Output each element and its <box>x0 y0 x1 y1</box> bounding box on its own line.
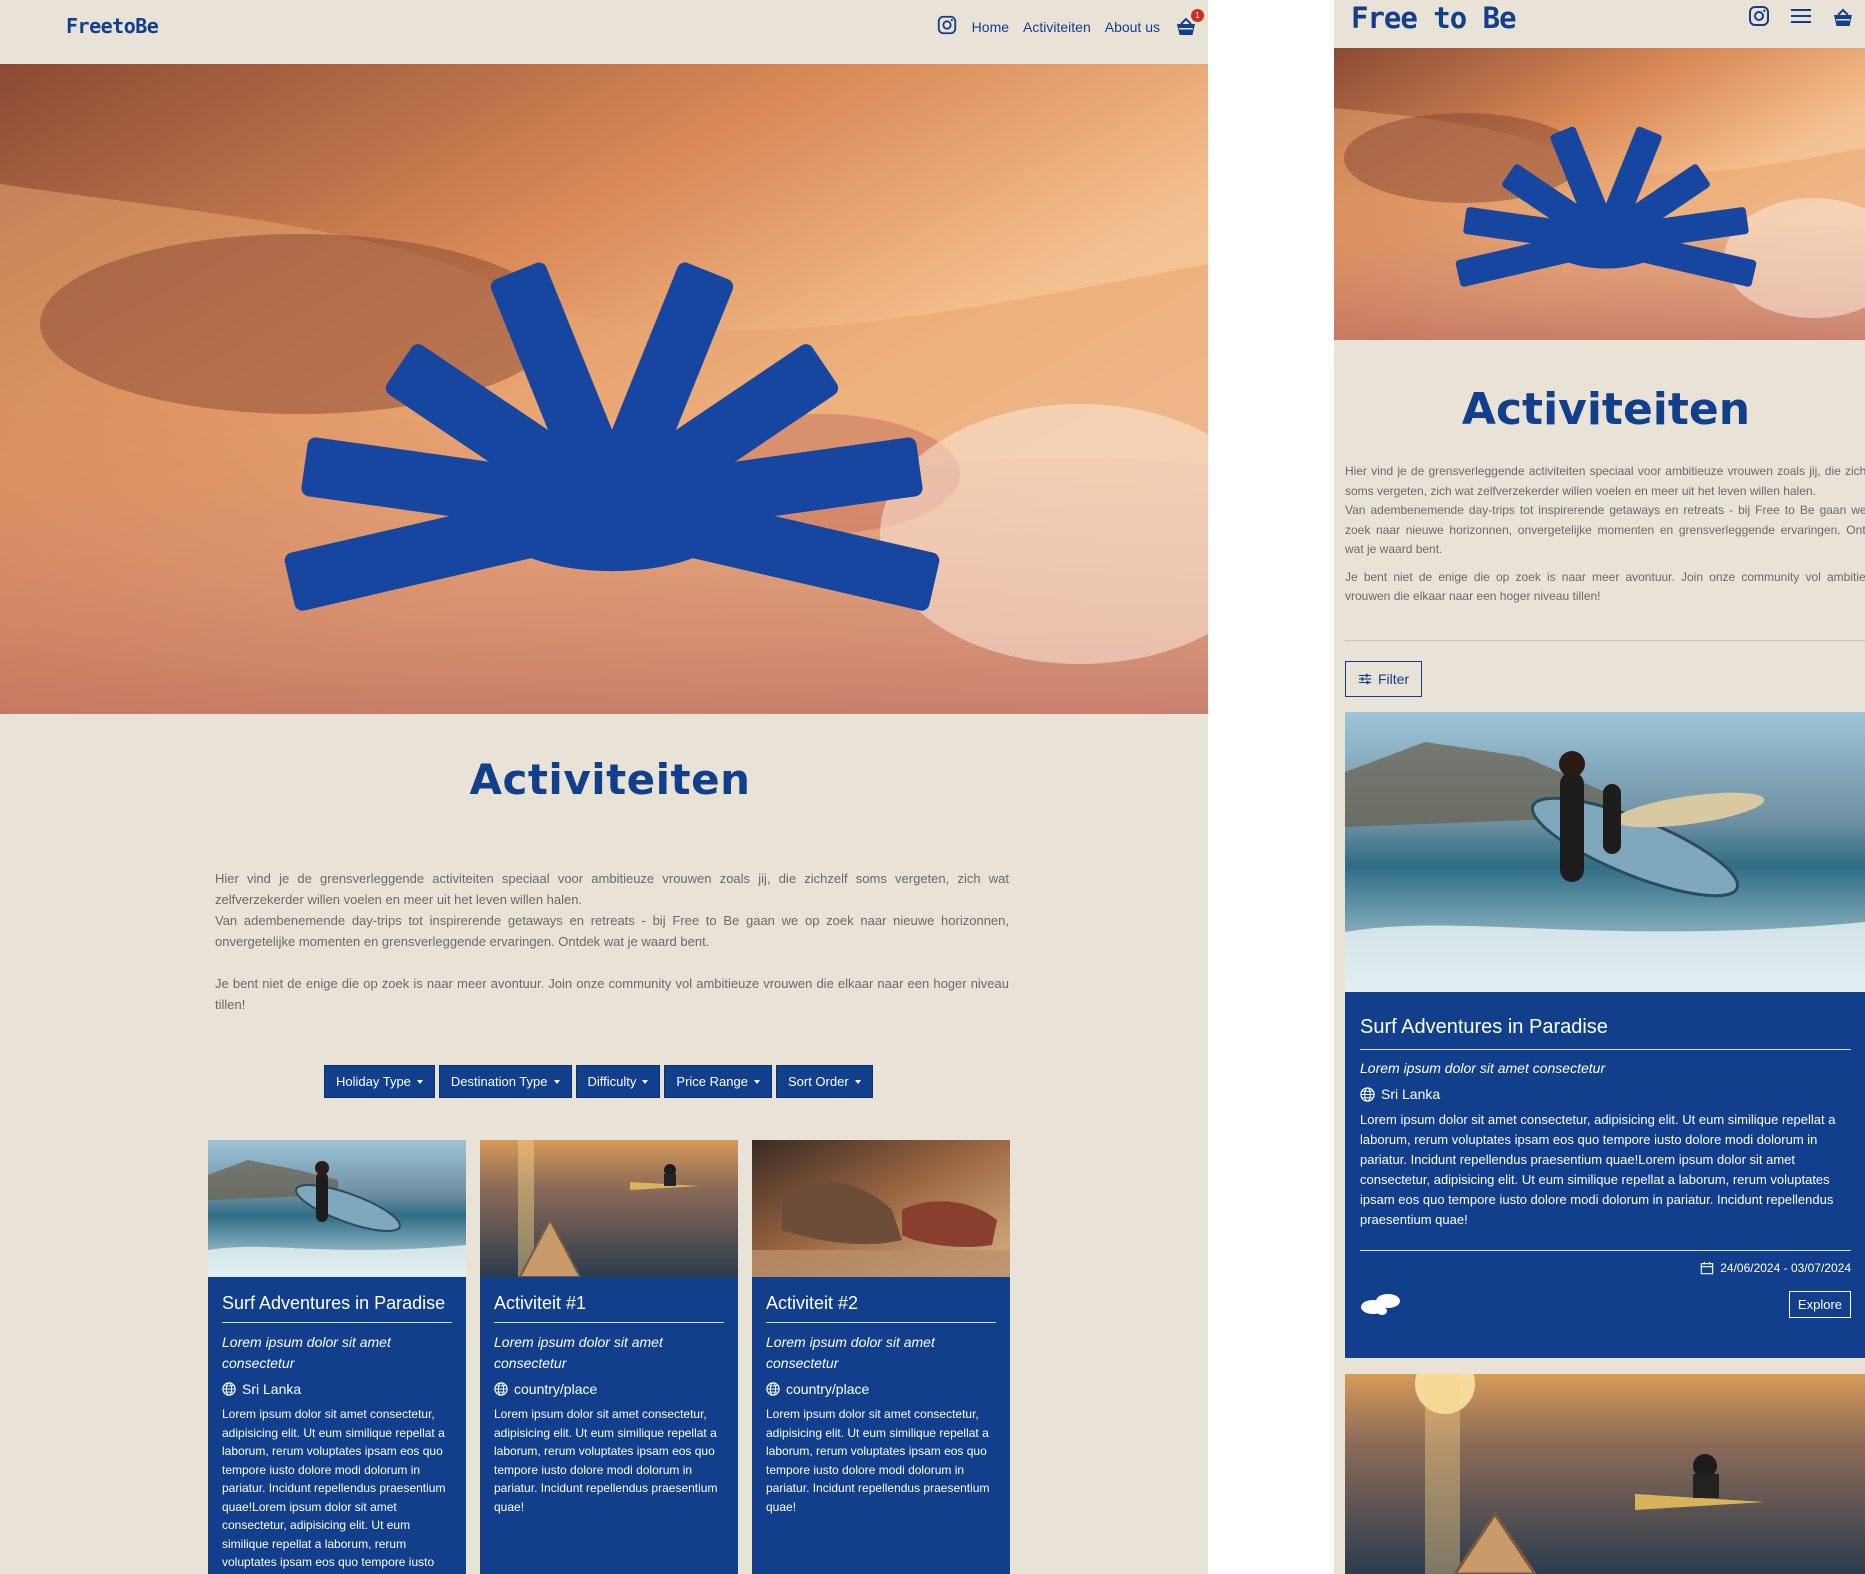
intro-text: Hier vind je de grensverleggende activit… <box>1345 462 1865 607</box>
card-description: Lorem ipsum dolor sit amet consectetur, … <box>766 1407 990 1514</box>
card-location: Sri Lanka <box>1360 1086 1851 1102</box>
price-range-dropdown[interactable]: Price Range <box>664 1065 772 1098</box>
card-subtitle: Lorem ipsum dolor sit amet consectetur <box>766 1334 935 1371</box>
surf-image <box>1345 712 1865 992</box>
card-location: Sri Lanka <box>222 1381 452 1397</box>
hero-image <box>1334 48 1865 340</box>
card-description: Lorem ipsum dolor sit amet consectetur, … <box>1360 1110 1851 1251</box>
calendar-icon <box>1700 1261 1714 1275</box>
card-dates: 24/06/2024 - 03/07/2024 <box>1360 1261 1851 1275</box>
caret-down-icon <box>553 1079 560 1084</box>
mobile-navbar: Free to Be <box>1334 0 1865 48</box>
card-subtitle: Lorem ipsum dolor sit amet consectetur <box>222 1334 391 1371</box>
activity-card[interactable]: Activiteit #1 Lorem ipsum dolor sit amet… <box>480 1140 738 1574</box>
caret-down-icon <box>416 1079 423 1084</box>
intro-paragraph-3: Je bent niet de enige die op zoek is naa… <box>1345 569 1865 604</box>
card-title: Activiteit #1 <box>494 1293 724 1323</box>
card-location: country/place <box>766 1381 996 1397</box>
intro-paragraph-1: Hier vind je de grensverleggende activit… <box>215 871 1009 907</box>
cart-count-badge: 1 <box>1191 9 1204 22</box>
desktop-view: FreetoBe Home Activiteiten About us 1 Ac… <box>0 0 1208 1574</box>
filter-button[interactable]: Filter <box>1345 661 1422 697</box>
sort-order-dropdown[interactable]: Sort Order <box>775 1065 873 1098</box>
hero-image <box>0 64 1208 714</box>
destination-type-dropdown[interactable]: Destination Type <box>438 1065 572 1098</box>
globe-icon <box>222 1382 236 1396</box>
filter-bar: Holiday Type Destination Type Difficulty… <box>324 1065 873 1098</box>
kayak-image <box>1345 1374 1865 1574</box>
shoe-prints-icon <box>1361 1293 1400 1315</box>
holiday-type-dropdown[interactable]: Holiday Type <box>324 1065 435 1098</box>
kayak-image <box>480 1140 738 1277</box>
mobile-nav-icons <box>1747 4 1855 32</box>
intro-paragraph-2: Van adembenemende day-trips tot inspirer… <box>215 913 1009 949</box>
difficulty-dropdown[interactable]: Difficulty <box>575 1065 661 1098</box>
card-footer: Explore <box>1360 1291 1851 1318</box>
instagram-icon[interactable] <box>1747 4 1771 32</box>
divider <box>1345 640 1865 641</box>
hero-banner <box>0 64 1208 714</box>
intro-paragraph-3: Je bent niet de enige die op zoek is naa… <box>215 976 1009 1012</box>
mobile-hero-banner <box>1334 48 1865 340</box>
card-subtitle: Lorem ipsum dolor sit amet consectetur <box>494 1334 663 1371</box>
intro-paragraph-2: Van adembenemende day-trips tot inspirer… <box>1345 503 1865 556</box>
sliders-icon <box>1358 673 1372 685</box>
globe-icon <box>766 1382 780 1396</box>
activity-cards: Surf Adventures in Paradise Lorem ipsum … <box>208 1140 1010 1574</box>
card-title: Surf Adventures in Paradise <box>1360 1016 1851 1050</box>
card-title: Surf Adventures in Paradise <box>222 1293 452 1323</box>
hamburger-menu-icon[interactable] <box>1789 4 1813 32</box>
activity-card[interactable]: Surf Adventures in Paradise Lorem ipsum … <box>1345 712 1865 1358</box>
globe-icon <box>494 1382 508 1396</box>
explore-button[interactable]: Explore <box>1788 1291 1851 1318</box>
basket-icon[interactable]: 1 <box>1174 9 1204 39</box>
basket-icon[interactable] <box>1831 6 1855 30</box>
page-title: Activiteiten <box>1461 384 1751 435</box>
mobile-view: Free to Be Activiteiten Hier vind je de … <box>1334 0 1865 1574</box>
page-title: Activiteiten <box>469 755 751 804</box>
site-logo[interactable]: FreetoBe <box>66 14 159 38</box>
site-logo[interactable]: Free to Be <box>1351 1 1517 35</box>
nav-links: Home Activiteiten About us 1 <box>936 9 1204 40</box>
nav-activities-link[interactable]: Activiteiten <box>1023 19 1091 35</box>
card-description: Lorem ipsum dolor sit amet consectetur, … <box>222 1407 446 1569</box>
top-navbar: FreetoBe Home Activiteiten About us 1 <box>0 0 1208 64</box>
card-description: Lorem ipsum dolor sit amet consectetur, … <box>494 1407 718 1514</box>
intro-text: Hier vind je de grensverleggende activit… <box>215 868 1009 1015</box>
activity-card[interactable]: Activiteit #2 Lorem ipsum dolor sit amet… <box>752 1140 1010 1574</box>
instagram-icon[interactable] <box>936 14 958 40</box>
activity-card[interactable]: Surf Adventures in Paradise Lorem ipsum … <box>208 1140 466 1574</box>
activity-card-preview[interactable] <box>1345 1374 1865 1574</box>
nav-about-link[interactable]: About us <box>1105 19 1160 35</box>
caret-down-icon <box>854 1079 861 1084</box>
surf-image <box>208 1140 466 1277</box>
caret-down-icon <box>642 1079 649 1084</box>
intro-paragraph-1: Hier vind je de grensverleggende activit… <box>1345 464 1865 498</box>
globe-icon <box>1360 1086 1375 1102</box>
card-location: country/place <box>494 1381 724 1397</box>
hiking-shoe-image <box>752 1140 1010 1277</box>
nav-home-link[interactable]: Home <box>972 19 1009 35</box>
card-subtitle: Lorem ipsum dolor sit amet consectetur <box>1360 1060 1606 1076</box>
card-title: Activiteit #2 <box>766 1293 996 1323</box>
caret-down-icon <box>753 1079 760 1084</box>
